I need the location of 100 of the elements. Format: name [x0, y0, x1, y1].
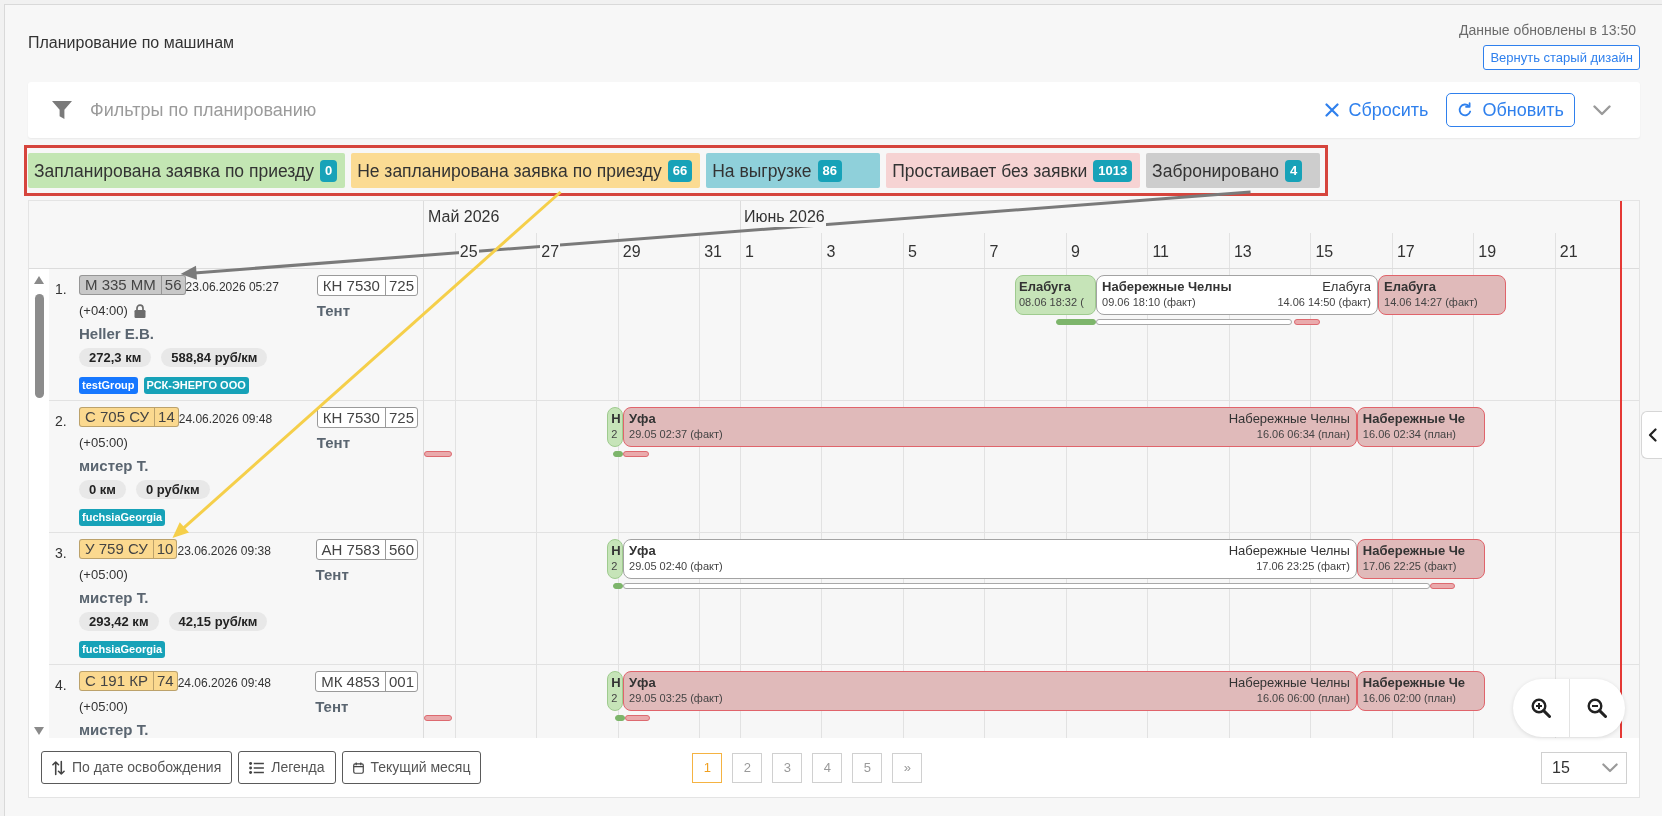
event-time: 09.06 18:10 (факт) [1102, 295, 1196, 309]
plate-region: 001 [384, 672, 417, 691]
toolbar-button[interactable]: Текущий месяц [341, 751, 482, 784]
place-name: Набережные Че [1362, 674, 1466, 691]
idle-card[interactable]: Уфа 29.05 03:25 (факт) Набережные Челны 16.06 06:00 (план) [623, 671, 1357, 711]
close-icon [1325, 103, 1340, 117]
old-design-button[interactable]: Вернуть старый дизайн [1483, 45, 1640, 70]
place-name: Н [611, 410, 621, 427]
page-size-select[interactable]: 15 [1541, 751, 1627, 784]
plate-number: У 759 СУ [84, 540, 149, 558]
toolbar-button[interactable]: Легенда [238, 751, 336, 784]
stat-pill: 0 руб/км [135, 480, 210, 499]
place-name: Набережные Че [1362, 410, 1466, 427]
plate-region: 56 [160, 276, 185, 294]
place-name: Набережные Челны [1228, 542, 1350, 559]
plate-number: М 335 ММ [84, 276, 157, 294]
trip-card[interactable]: Уфа 29.05 02:40 (факт) Набережные Челны 17.06 23:25 (факт) [623, 539, 1357, 579]
legend-filter-chip[interactable]: Запланирована заявка по приезду 0 [28, 153, 346, 188]
place-name: Уфа [629, 542, 656, 559]
month-label: Июнь 2026 [742, 207, 826, 227]
legend-filter-chip[interactable]: Простаивает без заявки 1013 [886, 153, 1141, 188]
body-type: Тент [315, 697, 349, 717]
place-name: Н [611, 674, 621, 691]
idle-card[interactable]: Набережные Че 16.06 02:34 (план) [1356, 407, 1485, 447]
event-time: 14.06 14:50 (факт) [1277, 295, 1371, 309]
event-time: 29.05 03:25 (факт) [629, 691, 723, 705]
data-updated-time: Данные обновлены в 13:50 [1459, 21, 1636, 40]
release-date: 24.06.2026 09:48 [178, 411, 273, 427]
place-name: Уфа [629, 674, 656, 691]
chevron-down-icon [1602, 762, 1618, 773]
row-number: 3. [55, 545, 67, 561]
chevron-left-icon [1647, 428, 1657, 442]
group-tag: testGroup [79, 377, 138, 394]
idle-card[interactable]: Елабуга 14.06 14:27 (факт) [1378, 275, 1506, 315]
event-time: 29.05 02:37 (факт) [629, 427, 723, 441]
event-time: 08.06 18:32 ( [1019, 295, 1084, 309]
plate-number: С 191 КР [84, 672, 149, 690]
plate-number: МК 4853 [320, 672, 381, 691]
idle-card[interactable]: Уфа 29.05 02:37 (факт) Набережные Челны 16.06 06:34 (план) [623, 407, 1357, 447]
timeline-segment [424, 451, 452, 457]
place-name: Елабуга [1322, 278, 1371, 295]
idle-card[interactable]: Набережные Че 16.06 02:00 (план) [1356, 671, 1485, 711]
group-tag: fuchsiaGeorgia [79, 509, 166, 526]
legend-filter-chip[interactable]: На выгрузке 86 [706, 153, 881, 188]
toolbar-button[interactable]: По дате освобождения [41, 751, 233, 784]
body-type: Тент [315, 565, 349, 585]
plate-region: 560 [384, 540, 417, 559]
timezone: (+05:00) [79, 566, 128, 584]
event-time: 17.06 23:25 (факт) [1256, 559, 1350, 573]
place-name: Елабуга [1019, 278, 1071, 295]
body-type: Тент [316, 301, 351, 321]
plate-number: АН 7583 [320, 540, 381, 559]
driver-name: мистер Т. [79, 720, 149, 738]
reset-button[interactable]: Сбросить [1325, 96, 1429, 124]
refresh-icon [1457, 102, 1474, 118]
place-name: Набережные Челны [1228, 410, 1350, 427]
event-time: 17.06 22:25 (факт) [1362, 559, 1457, 573]
scrollbar-thumb[interactable] [34, 294, 44, 398]
place-name: Набережные Челны [1228, 674, 1350, 691]
plate-region: 14 [154, 408, 178, 426]
count-badge: 1013 [1093, 159, 1133, 182]
event-time: 16.06 02:34 (план) [1362, 427, 1456, 441]
page-title: Планирование по машинам [28, 33, 235, 53]
driver-name: Heller E.B. [79, 324, 155, 344]
driver-name: мистер Т. [79, 588, 149, 608]
place-name: Набережные Челны [1102, 278, 1232, 295]
legend-filter-chip[interactable]: Не запланирована заявка по приезду 66 [351, 153, 701, 188]
event-time: 2 [611, 427, 618, 441]
arrival-card[interactable]: Н 2 [607, 671, 623, 711]
count-badge: 86 [817, 159, 843, 182]
event-time: 16.06 06:34 (план) [1256, 427, 1350, 441]
list-icon [249, 761, 265, 774]
release-date: 24.06.2026 09:48 [177, 675, 272, 691]
event-time: 2 [611, 559, 618, 573]
trip-card[interactable]: Набережные Челны 09.06 18:10 (факт) Елабуга 14.06 14:50 (факт) [1096, 275, 1378, 315]
timezone: (+04:00) [79, 302, 128, 320]
event-time: 14.06 14:27 (факт) [1384, 295, 1478, 309]
arrival-card[interactable]: Н 2 [607, 407, 623, 447]
row-number: 2. [55, 413, 67, 429]
scroll-down-icon[interactable] [34, 727, 44, 735]
event-time: 2 [611, 691, 618, 705]
place-name: Елабуга [1384, 278, 1436, 295]
place-name: Набережные Че [1362, 542, 1466, 559]
place-name: Н [611, 542, 621, 559]
legend-filter-chip[interactable]: Забронировано 4 [1146, 153, 1321, 188]
place-name: Уфа [629, 410, 656, 427]
side-panel-toggle[interactable] [1641, 411, 1662, 459]
zoom-out-icon [1587, 698, 1608, 718]
timezone: (+05:00) [79, 434, 128, 452]
filter-icon [52, 101, 72, 119]
stat-pill: 293,42 км [79, 612, 159, 631]
scroll-up-icon[interactable] [34, 276, 44, 284]
body-type: Тент [316, 433, 351, 453]
arrival-card[interactable]: Елабуга 08.06 18:32 ( [1015, 275, 1097, 315]
idle-card[interactable]: Набережные Че 17.06 22:25 (факт) [1356, 539, 1485, 579]
arrival-card[interactable]: Н 2 [607, 539, 623, 579]
plate-region: 725 [384, 276, 417, 295]
calendar-icon [352, 761, 364, 774]
refresh-button[interactable]: Обновить [1446, 93, 1575, 127]
plate-number: С 705 СУ [84, 408, 151, 426]
